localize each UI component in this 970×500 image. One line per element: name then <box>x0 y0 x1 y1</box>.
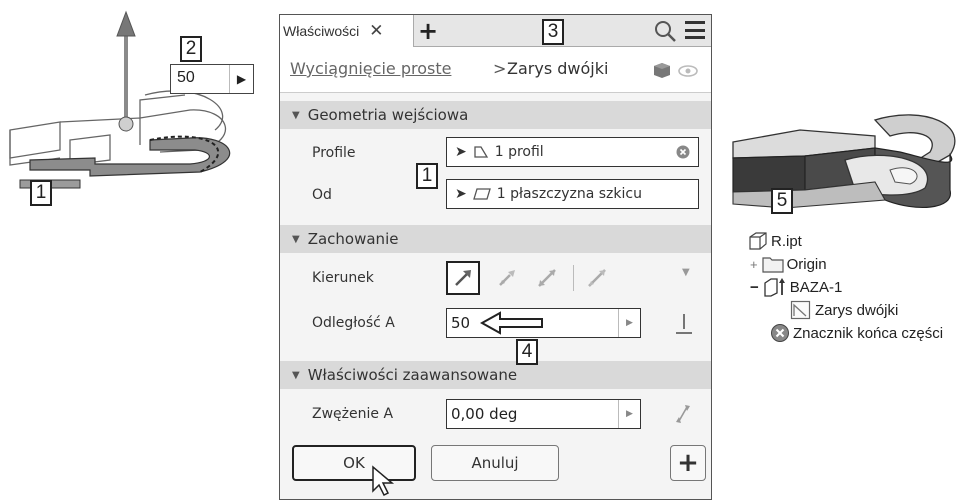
from-label: Od <box>312 187 332 203</box>
from-value: 1 płaszczyzna szkicu <box>496 186 642 202</box>
callout-5: 5 <box>771 188 793 214</box>
cursor-arrow-icon: ➤ <box>455 186 467 202</box>
breadcrumb-current: Zarys dwójki <box>507 59 609 78</box>
tab-properties-label: Właściwości <box>283 23 360 39</box>
callout-4: 4 <box>516 339 538 365</box>
profile-label: Profile <box>312 145 356 161</box>
taper-flip-icon[interactable] <box>673 403 693 425</box>
mouse-cursor-icon <box>372 465 395 497</box>
folder-icon <box>761 257 784 273</box>
from-plane-selector[interactable]: ➤ 1 płaszczyzna szkicu <box>446 179 699 209</box>
direction-dropdown-icon[interactable]: ▼ <box>682 267 690 278</box>
section-title-advanced: Właściwości zaawansowane <box>307 366 518 384</box>
direction-symmetric-button[interactable] <box>530 261 564 295</box>
expand-plus-icon[interactable]: + <box>750 257 758 272</box>
extrude-feature-icon <box>764 278 785 297</box>
add-tab-icon[interactable]: + <box>418 17 438 45</box>
solid-cube-icon[interactable] <box>652 61 672 79</box>
direction-asymmetric-button[interactable] <box>580 261 614 295</box>
profile-shape-icon <box>474 146 488 158</box>
tree-item-extrusion[interactable]: − BAZA-1 <box>750 276 842 298</box>
distance-label: Odległość A <box>312 315 395 331</box>
collapse-triangle-icon[interactable]: ▼ <box>292 234 300 245</box>
cursor-arrow-icon: ➤ <box>455 144 467 160</box>
tree-item-origin[interactable]: + Origin <box>750 253 827 275</box>
right-model-preview[interactable]: 5 <box>725 100 970 230</box>
direction-symmetric-icon <box>538 269 556 287</box>
tree-item-end-of-part[interactable]: Znacznik końca części <box>770 322 943 344</box>
tab-properties[interactable]: Właściwości ✕ <box>280 15 414 47</box>
properties-panel: Właściwości ✕ + 3 Wyciągnięcie proste > … <box>279 14 712 500</box>
callout-1-left: 1 <box>30 180 52 206</box>
section-title-behavior: Zachowanie <box>307 230 399 248</box>
tree-item-label: Znacznik końca części <box>793 324 944 342</box>
left-model-preview[interactable]: 1 2 50 ▶ <box>0 0 260 230</box>
section-body-behavior: Kierunek ▼ Odległość A 50 ▶ 4 <box>280 253 711 365</box>
breadcrumb-separator: > <box>493 59 507 78</box>
callout-2: 2 <box>180 36 202 62</box>
sketch-icon <box>790 300 811 320</box>
direction-default-icon <box>455 270 471 286</box>
mini-input-value: 50 <box>177 69 195 86</box>
callout-1-dialog: 1 <box>416 163 438 189</box>
section-body-advanced: Zwężenie A 0,00 deg ▶ OK Anuluj + <box>280 389 711 497</box>
end-of-part-icon <box>771 324 789 342</box>
section-title-input-geometry: Geometria wejściowa <box>307 106 469 124</box>
direction-asymmetric-icon <box>588 269 606 287</box>
direction-default-button[interactable] <box>446 261 480 295</box>
tree-item-sketch[interactable]: Zarys dwójki <box>790 299 898 321</box>
play-arrow-icon[interactable]: ▶ <box>229 65 253 93</box>
section-header-advanced[interactable]: ▼ Właściwości zaawansowane <box>280 361 711 389</box>
sketch-plane-icon <box>472 188 491 200</box>
breadcrumb-parent[interactable]: Wyciągnięcie proste <box>290 59 451 78</box>
eye-icon[interactable] <box>678 64 698 78</box>
direction-flipped-button[interactable] <box>490 261 524 295</box>
collapse-triangle-icon[interactable]: ▼ <box>292 370 300 381</box>
taper-label: Zwężenie A <box>312 406 394 422</box>
collapse-triangle-icon[interactable]: ▼ <box>292 110 300 121</box>
panel-tab-bar: Właściwości ✕ + 3 <box>280 15 711 47</box>
callout-3: 3 <box>542 19 564 45</box>
measure-icon[interactable] <box>673 311 695 337</box>
taper-value: 0,00 deg <box>451 405 518 423</box>
stepper-arrow-icon[interactable]: ▶ <box>618 309 640 337</box>
add-new-button[interactable]: + <box>670 445 706 481</box>
section-body-input-geometry: Profile ➤ 1 profil 1 Od ➤ 1 płaszczyzna … <box>280 129 711 217</box>
section-header-behavior[interactable]: ▼ Zachowanie <box>280 225 711 253</box>
menu-icon[interactable] <box>685 21 705 39</box>
taper-input[interactable]: 0,00 deg ▶ <box>446 399 641 429</box>
cancel-button[interactable]: Anuluj <box>431 445 559 481</box>
tree-item-label: R.ipt <box>771 232 802 250</box>
part-file-icon <box>749 232 767 250</box>
tree-item-part[interactable]: R.ipt <box>748 230 802 252</box>
distance-value: 50 <box>451 314 471 332</box>
extruded-solid-graphic <box>732 114 956 209</box>
profile-selector[interactable]: ➤ 1 profil <box>446 137 699 167</box>
collapse-minus-icon[interactable]: − <box>750 279 759 296</box>
clear-selection-icon[interactable] <box>676 145 690 159</box>
tree-item-label: Zarys dwójki <box>815 301 899 319</box>
search-icon[interactable] <box>653 19 677 43</box>
direction-label: Kierunek <box>312 270 374 286</box>
close-icon[interactable]: ✕ <box>369 21 383 41</box>
tree-item-label: BAZA-1 <box>789 278 843 296</box>
distance-mini-input[interactable]: 50 ▶ <box>170 64 254 94</box>
direction-separator <box>573 265 574 291</box>
breadcrumb: Wyciągnięcie proste > Zarys dwójki <box>280 47 711 93</box>
stepper-arrow-icon[interactable]: ▶ <box>618 400 640 428</box>
pointer-arrow-icon <box>480 311 543 335</box>
direction-flipped-icon <box>499 270 515 286</box>
section-header-input-geometry[interactable]: ▼ Geometria wejściowa <box>280 101 711 129</box>
profile-value: 1 profil <box>494 144 544 160</box>
tree-item-label: Origin <box>786 255 827 273</box>
